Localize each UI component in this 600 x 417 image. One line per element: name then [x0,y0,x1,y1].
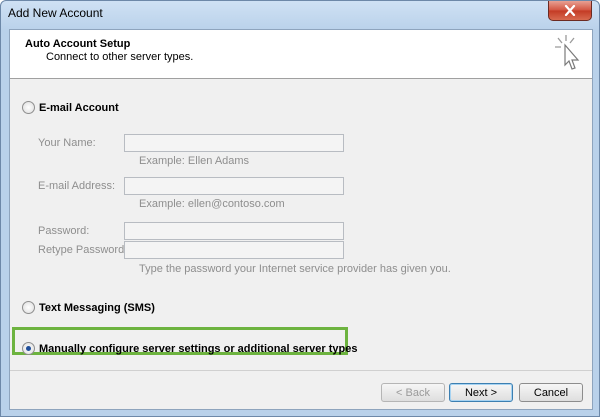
close-icon [564,5,576,16]
header-title: Auto Account Setup [25,38,131,50]
cancel-button[interactable]: Cancel [519,383,583,402]
email-address-field [124,177,344,195]
text-messaging-radio[interactable] [22,301,35,314]
manual-configure-radio[interactable] [22,342,35,355]
email-address-label: E-mail Address: [38,180,116,192]
text-messaging-label: Text Messaging (SMS) [39,301,155,314]
add-new-account-window: Add New Account Auto Account Setup Conne… [0,0,600,417]
retype-password-field [124,241,344,259]
your-name-label: Your Name: [38,137,96,149]
manual-configure-option[interactable]: Manually configure server settings or ad… [22,342,358,355]
close-button[interactable] [548,1,592,21]
password-field [124,222,344,240]
email-address-example: Example: ellen@contoso.com [139,198,285,210]
title-bar[interactable]: Add New Account [1,1,599,27]
window-title: Add New Account [8,6,103,20]
next-button[interactable]: Next > [449,383,513,402]
email-account-radio[interactable] [22,101,35,114]
your-name-example: Example: Ellen Adams [139,155,250,167]
email-account-option[interactable]: E-mail Account [22,101,119,114]
header-subtitle: Connect to other server types. [46,51,194,63]
your-name-field [124,134,344,152]
password-hint: Type the password your Internet service … [139,263,451,275]
dialog-client-area: Auto Account Setup Connect to other serv… [9,29,593,410]
footer-divider [10,370,592,371]
text-messaging-option[interactable]: Text Messaging (SMS) [22,301,155,314]
wizard-cursor-icon [555,35,580,70]
back-button[interactable]: < Back [381,383,445,402]
manual-configure-label: Manually configure server settings or ad… [39,342,358,355]
retype-password-label: Retype Password: [38,244,128,256]
password-label: Password: [38,225,90,237]
email-account-label: E-mail Account [39,101,119,114]
dialog-header: Auto Account Setup Connect to other serv… [10,30,592,79]
